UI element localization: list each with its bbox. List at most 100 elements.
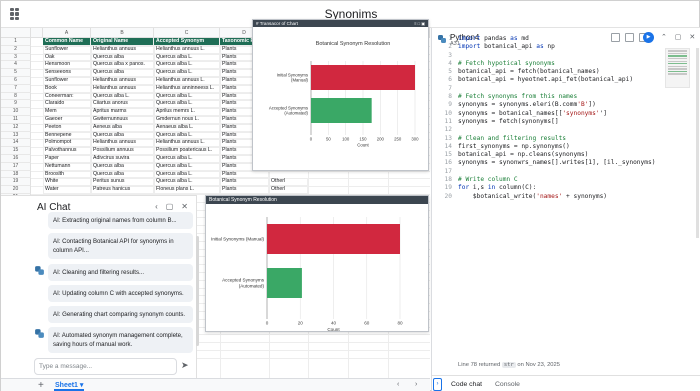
- column-header-c[interactable]: C: [154, 28, 220, 38]
- table-cell[interactable]: Quercus alba L.: [154, 69, 220, 77]
- tab-console[interactable]: Console: [495, 381, 520, 388]
- code-line[interactable]: # Write column C: [458, 176, 668, 184]
- chat-scrollbar[interactable]: [196, 236, 199, 346]
- collapse-icon[interactable]: ‹: [155, 202, 158, 211]
- code-line[interactable]: $botanical_write('names' + synonyms): [458, 193, 668, 201]
- table-cell[interactable]: Quercus alba x panos.: [91, 61, 154, 70]
- table-cell[interactable]: Palvothannus: [43, 147, 91, 155]
- expand-panel-button[interactable]: ›: [433, 378, 442, 391]
- table-cell[interactable]: Water: [43, 186, 91, 194]
- table-cell[interactable]: Aprilus memrs L.: [154, 108, 220, 116]
- row-header[interactable]: 17: [1, 162, 31, 171]
- header-cell[interactable]: Common Name: [43, 38, 91, 46]
- table-cell[interactable]: Peritus sunus: [91, 178, 154, 187]
- code-line[interactable]: # Fetch hypotical synonyms: [458, 60, 668, 68]
- table-cell[interactable]: Sunflower: [43, 45, 91, 54]
- table-cell[interactable]: Senseeons: [43, 69, 91, 77]
- header-cell[interactable]: Accepted Synonym: [154, 38, 220, 46]
- table-cell[interactable]: Coneerman:: [43, 92, 91, 101]
- row-header[interactable]: 19: [1, 178, 31, 187]
- header-cell[interactable]: Original Name: [91, 38, 154, 46]
- table-cell[interactable]: Oak: [43, 53, 91, 62]
- table-cell[interactable]: Quercus alba: [91, 53, 154, 62]
- send-icon[interactable]: ➤: [181, 360, 189, 371]
- row-header[interactable]: 18: [1, 170, 31, 179]
- table-cell[interactable]: Brooslth: [43, 170, 91, 179]
- table-cell[interactable]: Quercus alba: [91, 170, 154, 179]
- table-cell[interactable]: Helianthus annuus L.: [154, 77, 220, 85]
- table-cell[interactable]: Claraido: [43, 100, 91, 109]
- code-line[interactable]: # Clean and filtering results: [458, 135, 668, 143]
- code-line[interactable]: synonyms = synonwrs_names[].writes[1], […: [458, 159, 668, 167]
- table-cell[interactable]: Otherl: [269, 178, 308, 187]
- table-cell[interactable]: Helianthus annuus: [91, 139, 154, 148]
- column-header-b[interactable]: B: [91, 28, 154, 38]
- table-cell[interactable]: Quercus alba L.: [154, 61, 220, 70]
- table-cell[interactable]: Quercus alba L.: [154, 131, 220, 140]
- table-cell[interactable]: Aenaeus alba L.: [154, 123, 220, 132]
- code-line[interactable]: [458, 168, 668, 176]
- table-cell[interactable]: Otherl: [269, 186, 308, 194]
- code-line[interactable]: [458, 126, 668, 134]
- table-cell[interactable]: Polmompot: [43, 139, 91, 148]
- code-line[interactable]: for i,s in column(C):: [458, 184, 668, 192]
- table-cell[interactable]: Ciiartus anorus: [91, 100, 154, 109]
- table-cell[interactable]: Helianthus annuus: [91, 45, 154, 54]
- editor-scrollbar[interactable]: [696, 48, 699, 238]
- scroll-right-button[interactable]: ›: [415, 381, 417, 388]
- row-header[interactable]: 11: [1, 116, 31, 124]
- table-cell[interactable]: Mem: [43, 108, 91, 116]
- table-cell[interactable]: Helianthus annuus: [91, 84, 154, 93]
- add-sheet-button[interactable]: +: [38, 380, 44, 391]
- row-header[interactable]: 1: [1, 38, 31, 46]
- table-cell[interactable]: Plants: [220, 186, 269, 194]
- code-area[interactable]: import pandas as md import botanical_api …: [458, 35, 668, 201]
- table-cell[interactable]: Quercus alba L.: [154, 92, 220, 101]
- table-cell[interactable]: Helianthus annuus: [91, 77, 154, 85]
- row-header[interactable]: 14: [1, 139, 31, 148]
- code-line[interactable]: first_synonyms = np.synonyms(): [458, 143, 668, 151]
- table-cell[interactable]: Sunflower: [43, 77, 91, 85]
- sheet-tab[interactable]: Sheet1 ▾: [54, 381, 85, 391]
- chart-synonym-resolution-large[interactable]: Botanical Synonym Resolution 0 20 40 60 80 In…: [205, 195, 429, 332]
- code-line[interactable]: import botanical_api as np: [458, 43, 668, 51]
- column-header-a[interactable]: A: [43, 28, 91, 38]
- code-line[interactable]: [458, 52, 668, 60]
- table-cell[interactable]: Book: [43, 84, 91, 93]
- table-cell[interactable]: Quercus alba L.: [154, 155, 220, 163]
- code-line[interactable]: botanical_api = np.cleans(synonyms): [458, 151, 668, 159]
- table-cell[interactable]: Quercus alba L.: [154, 100, 220, 109]
- code-line[interactable]: import pandas as md: [458, 35, 668, 43]
- chat-message-input[interactable]: Type a message...: [34, 358, 177, 375]
- tab-code-chat[interactable]: Code chat: [451, 381, 482, 388]
- row-header[interactable]: 5: [1, 69, 31, 77]
- table-cell[interactable]: Quercus alba: [91, 69, 154, 77]
- row-header[interactable]: 7: [1, 84, 31, 93]
- code-line[interactable]: # Fetch synonyms from this names: [458, 93, 668, 101]
- table-cell[interactable]: Patreus hanicus: [91, 186, 154, 194]
- code-line[interactable]: [458, 85, 668, 93]
- table-cell[interactable]: Quercus alba: [91, 162, 154, 171]
- table-cell[interactable]: Quercus alba L.: [91, 92, 154, 101]
- row-header[interactable]: 16: [1, 155, 31, 163]
- table-cell[interactable]: Quercus alba: [91, 131, 154, 140]
- row-header[interactable]: 8: [1, 92, 31, 101]
- code-line[interactable]: botanical_api = fetch(botanical_names): [458, 68, 668, 76]
- table-cell[interactable]: Quercus alba L.: [154, 170, 220, 179]
- row-header[interactable]: 9: [1, 100, 31, 109]
- table-cell[interactable]: Helianthus annuus L.: [154, 45, 220, 54]
- table-cell[interactable]: Helianthus anninneess L.: [154, 84, 220, 93]
- table-cell[interactable]: Quercus alba L.: [154, 178, 220, 187]
- panel-layout-icon[interactable]: ▢: [166, 202, 174, 211]
- close-icon[interactable]: ✕: [181, 202, 188, 211]
- table-cell[interactable]: White: [43, 178, 91, 187]
- row-header[interactable]: 3: [1, 53, 31, 62]
- row-header[interactable]: 6: [1, 77, 31, 85]
- row-header[interactable]: 12: [1, 123, 31, 132]
- table-cell[interactable]: Apritus marms: [91, 108, 154, 116]
- table-cell[interactable]: Peeton: [43, 123, 91, 132]
- table-cell[interactable]: Floneus plans L.: [154, 186, 220, 194]
- table-cell[interactable]: Hensmoon: [43, 61, 91, 70]
- chart-2-header[interactable]: Botanical Synonym Resolution: [206, 196, 428, 204]
- chart-synonym-resolution-small[interactable]: # Transacor of Chart ≡ □ ▣ Botanical Syn…: [252, 19, 429, 171]
